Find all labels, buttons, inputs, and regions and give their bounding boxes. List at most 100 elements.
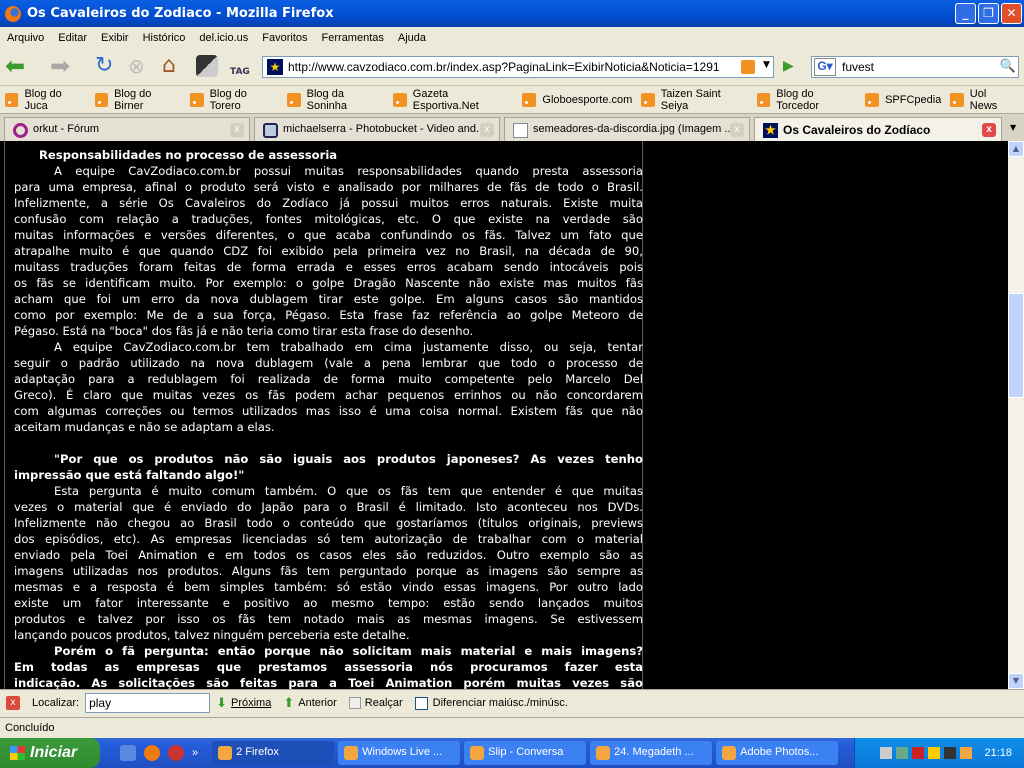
media-icon[interactable] [960,747,973,759]
tab-image[interactable]: semeadores-da-discordia.jpg (Imagem ... x [504,117,750,142]
home-icon[interactable]: ⌂ [162,55,188,79]
show-desktop-icon[interactable] [120,745,136,761]
tab-photobucket[interactable]: michaelserra - Photobucket - Video and..… [254,117,500,142]
url-dropdown-icon[interactable]: ▼ [763,60,770,70]
article-bold-line: impressão que está faltando algo!" [14,468,245,482]
bookmark-item[interactable]: Blog do Torcedor [756,88,856,112]
start-label: Iniciar [30,744,78,761]
highlight-button[interactable]: Realçar [365,697,403,709]
task-label: 2 Firefox [236,746,279,758]
bookmark-item[interactable]: Globoesporte.com [522,93,632,107]
search-input[interactable]: G▾ fuvest 🔍 [811,56,1019,78]
minimize-button[interactable]: _ [955,3,976,24]
title-bar: Os Cavaleiros do Zodiaco - Mozilla Firef… [0,0,1024,27]
menu-favoritos[interactable]: Favoritos [255,32,314,44]
tab-bar: orkut - Fórum x michaelserra - Photobucke… [0,113,1024,142]
menu-editar[interactable]: Editar [51,32,94,44]
menu-ajuda[interactable]: Ajuda [391,32,433,44]
go-icon[interactable]: ▶ [783,58,794,74]
close-tab-icon[interactable]: x [480,123,494,137]
maximize-button[interactable]: ❐ [978,3,999,24]
taskbar: Iniciar » 2 Firefox Windows Live ... Sli… [0,738,1024,768]
search-text: fuvest [842,60,875,74]
bookmark-label: Blog da Soninha [306,88,348,112]
image-icon [513,123,528,138]
browser-quicklaunch-icon[interactable] [168,745,184,761]
bookmark-item[interactable]: Taizen Saint Seiya [641,88,748,112]
bookmark-item[interactable]: Blog da Soninha [287,88,384,112]
rss-feed-icon[interactable] [741,60,755,74]
bookmark-item[interactable]: SPFCpedia [865,93,941,107]
close-tab-icon[interactable]: x [982,123,996,137]
article-bold-line: Em todas as empresas que prestamos asses… [14,660,643,674]
task-windows-live[interactable]: Windows Live ... [338,741,461,765]
back-icon[interactable]: ⬅ [5,54,31,79]
scroll-thumb[interactable] [1008,293,1024,398]
rss-feed-icon [94,93,109,107]
find-next-button[interactable]: Próxima [231,697,271,709]
start-button[interactable]: Iniciar [0,738,100,768]
task-firefox[interactable]: 2 Firefox [212,741,335,765]
find-input[interactable]: play [85,693,211,713]
clock: 21:18 [984,747,1012,759]
bookmark-item[interactable]: Uol News [950,88,1015,112]
tab-cavaleiros[interactable]: ★ Os Cavaleiros do Zodíaco x [754,117,1002,142]
close-find-icon[interactable]: x [6,696,20,710]
bookmark-label: Blog do Birner [114,88,152,112]
search-icon[interactable]: 🔍 [1000,58,1016,74]
bookmark-label: Gazeta Esportiva.Net [412,88,479,112]
vertical-scrollbar[interactable]: ▲ ▼ [1008,141,1024,689]
close-tab-icon[interactable]: x [230,123,244,137]
scroll-down-icon[interactable]: ▼ [1008,673,1024,689]
task-slip-conversa[interactable]: Slip - Conversa [464,741,587,765]
article-line: atrapalhe muito é que quando CDZ foi exi… [14,244,643,258]
bookmarks-toolbar: Blog do Juca Blog do Birner Blog do Torero… [0,88,1024,112]
close-tab-icon[interactable]: x [730,123,744,137]
find-label: Localizar: [32,697,80,709]
article-line [14,435,643,451]
tab-list-icon[interactable]: ▼ [1010,123,1016,132]
security-shield-icon[interactable] [912,747,925,759]
bookmark-manager-icon[interactable] [196,55,218,77]
match-case-checkbox[interactable] [414,696,428,710]
task-label: Slip - Conversa [488,746,564,758]
display-icon[interactable] [944,747,957,759]
bookmark-label: Blog do Torcedor [776,88,820,112]
firefox-quicklaunch-icon[interactable] [144,745,160,761]
tab-orkut[interactable]: orkut - Fórum x [4,117,250,142]
menu-ferramentas[interactable]: Ferramentas [315,32,391,44]
rss-feed-icon [756,93,771,107]
find-previous-button[interactable]: Anterior [298,697,337,709]
url-input[interactable]: ★ http://www.cavzodiaco.com.br/index.asp… [262,56,774,78]
system-tray: 21:18 [854,738,1024,768]
task-megadeth[interactable]: 24. Megadeth ... [590,741,713,765]
bookmark-item[interactable]: Blog do Birner [94,88,182,112]
bookmark-item[interactable]: Blog do Juca [5,88,86,112]
status-bar: Concluído [0,717,1024,737]
task-photoshop[interactable]: Adobe Photos... [716,741,839,765]
rss-feed-icon [641,93,655,107]
forward-icon[interactable]: ➡ [50,54,76,79]
bookmark-item[interactable]: Gazeta Esportiva.Net [393,88,513,112]
window-title: Os Cavaleiros do Zodiaco - Mozilla Firef… [27,6,334,21]
orkut-icon [13,123,28,138]
reload-icon[interactable]: ↻ [95,55,121,79]
more-quicklaunch-icon[interactable]: » [192,747,198,759]
scroll-up-icon[interactable]: ▲ [1008,141,1024,157]
tray-icon[interactable] [880,747,893,759]
close-button[interactable]: ✕ [1001,3,1022,24]
menu-delicious[interactable]: del.icio.us [192,32,255,44]
firefox-icon [5,5,21,22]
rss-feed-icon [393,93,407,107]
menu-historico[interactable]: Histórico [136,32,193,44]
match-case-label: Diferenciar maiúsc./minúsc. [432,697,568,709]
network-icon[interactable] [896,747,909,759]
menu-exibir[interactable]: Exibir [94,32,136,44]
bookmark-item[interactable]: Blog do Torero [190,88,278,112]
bookmark-label: Blog do Juca [24,88,62,112]
google-engine-icon[interactable]: G▾ [814,58,836,76]
tag-icon[interactable]: TAG [230,55,256,79]
menu-arquivo[interactable]: Arquivo [0,32,51,44]
stop-icon[interactable]: ⊗ [128,55,154,79]
messenger-icon[interactable] [928,747,941,759]
